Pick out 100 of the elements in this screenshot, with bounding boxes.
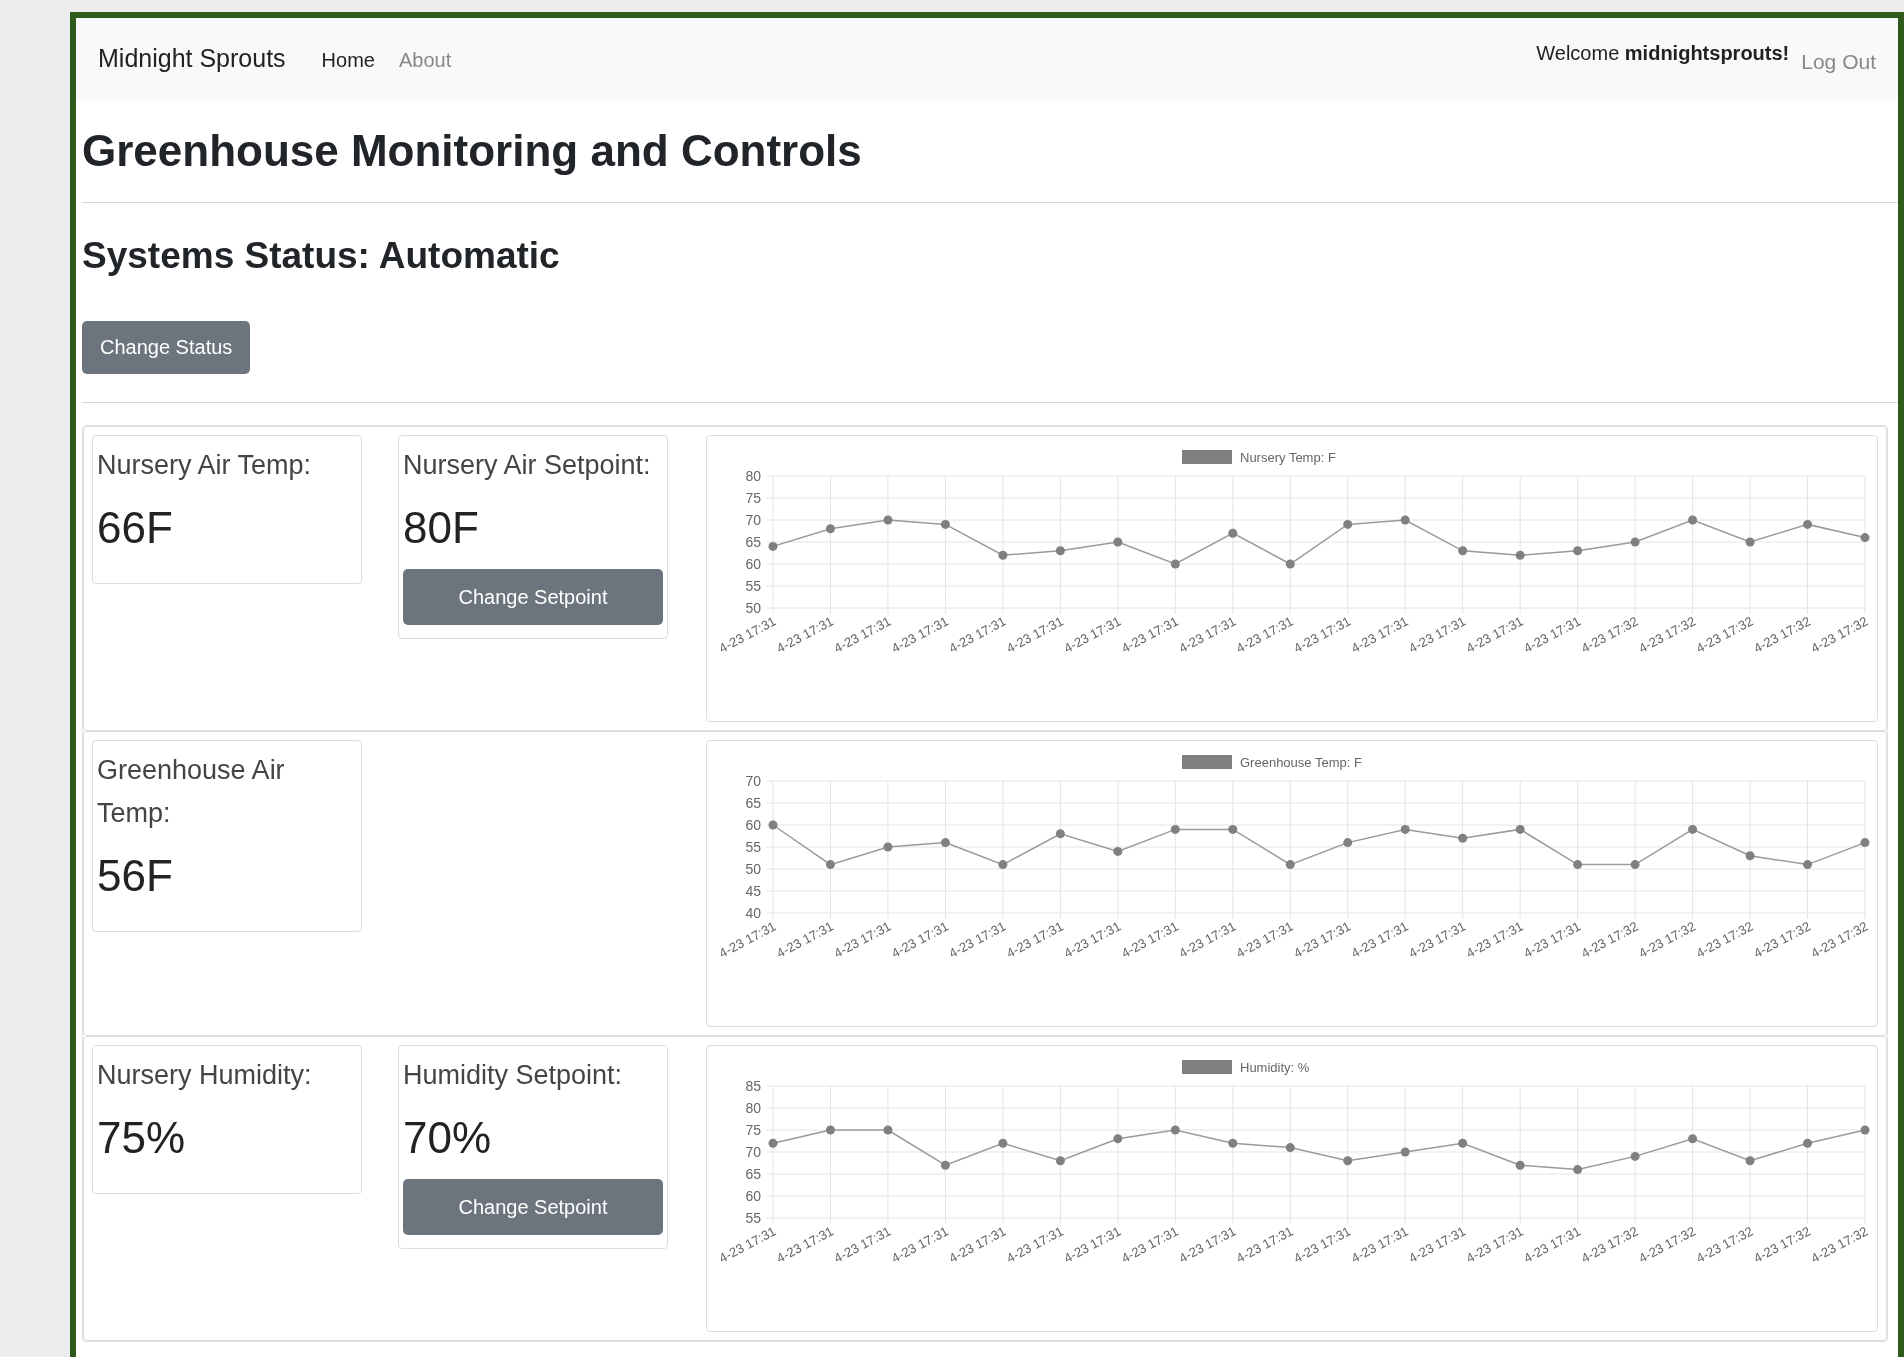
reading-label: Nursery Air Setpoint: (403, 449, 652, 482)
reading-value: 56F (97, 851, 174, 902)
data-point (1113, 537, 1123, 547)
axis-label: 45 (745, 883, 761, 899)
legend-label: Nursery Temp: F (1240, 450, 1336, 465)
axis-label: 60 (745, 1188, 761, 1204)
data-point (1860, 533, 1870, 543)
data-point (825, 524, 835, 534)
reading-value: 66F (97, 503, 174, 554)
data-point (883, 515, 893, 525)
axis-label: 75 (745, 1122, 761, 1138)
data-point (1630, 1151, 1640, 1161)
axis-label: 65 (745, 795, 761, 811)
data-point (883, 1125, 893, 1135)
data-point (940, 519, 950, 529)
axis-label: 65 (745, 1166, 761, 1182)
axis-label: 70 (745, 512, 761, 528)
data-point (1745, 1156, 1755, 1166)
data-point (1688, 515, 1698, 525)
data-point (1400, 515, 1410, 525)
data-point (1285, 559, 1295, 569)
data-point (1285, 860, 1295, 870)
data-point (1803, 1138, 1813, 1148)
data-point (1860, 1125, 1870, 1135)
data-point (1228, 1138, 1238, 1148)
axis-label: 70 (745, 1144, 761, 1160)
data-point (1515, 824, 1525, 834)
reading-label: Humidity Setpoint: (403, 1059, 624, 1092)
axis-label: 60 (745, 817, 761, 833)
reading-label: Nursery Humidity: (97, 1059, 313, 1092)
change-setpoint-button[interactable]: Change Setpoint (403, 569, 663, 626)
reading-value: 75% (97, 1113, 187, 1164)
data-point (1573, 1165, 1583, 1175)
data-point (1343, 1156, 1353, 1166)
axis-label: 80 (745, 468, 761, 484)
data-point (1170, 1125, 1180, 1135)
data-point (998, 550, 1008, 560)
axis-label: 4-23 17:31 (716, 918, 779, 961)
data-point (1515, 1160, 1525, 1170)
data-point (1228, 528, 1238, 538)
axis-label: 4-23 17:31 (716, 1223, 779, 1266)
logout-link[interactable]: Log Out (1801, 50, 1876, 74)
data-point (1343, 519, 1353, 529)
data-point (1458, 833, 1468, 843)
axis-label: 50 (745, 600, 761, 616)
data-point (1458, 546, 1468, 556)
axis-label: 75 (745, 490, 761, 506)
brand-link[interactable]: Midnight Sprouts (98, 43, 286, 73)
axis-label: 80 (745, 1100, 761, 1116)
data-point (1688, 824, 1698, 834)
nav-link[interactable]: Home (321, 48, 375, 72)
data-point (1688, 1134, 1698, 1144)
data-point (825, 860, 835, 870)
data-point (1803, 860, 1813, 870)
data-point (998, 860, 1008, 870)
data-point (1343, 838, 1353, 848)
reading-label: Nursery Air Temp: (97, 449, 313, 482)
legend-label: Greenhouse Temp: F (1240, 755, 1362, 770)
axis-label: 55 (745, 1210, 761, 1226)
legend-label: Humidity: % (1240, 1060, 1310, 1075)
reading-value: 80F (403, 503, 480, 554)
data-point (1630, 537, 1640, 547)
data-point (1285, 1143, 1295, 1153)
data-point (768, 820, 778, 830)
data-point (1170, 559, 1180, 569)
axis-label: 70 (745, 773, 761, 789)
data-point (1745, 537, 1755, 547)
axis-label: 85 (745, 1078, 761, 1094)
axis-label: 4-23 17:31 (716, 613, 779, 656)
data-point (1228, 824, 1238, 834)
reading-label: Greenhouse Air Temp: (97, 754, 286, 831)
data-point (1055, 546, 1065, 556)
axis-label: 40 (745, 905, 761, 921)
axis-label: 50 (745, 861, 761, 877)
data-point (1400, 824, 1410, 834)
reading-value: 70% (403, 1113, 493, 1164)
data-point (768, 541, 778, 551)
data-point (1458, 1138, 1468, 1148)
data-point (1400, 1147, 1410, 1157)
data-point (1630, 860, 1640, 870)
data-point (1055, 829, 1065, 839)
nav-link[interactable]: About (398, 48, 452, 72)
data-point (768, 1138, 778, 1148)
data-point (1860, 838, 1870, 848)
data-point (1573, 546, 1583, 556)
change-status-button[interactable]: Change Status (82, 321, 251, 374)
change-setpoint-button[interactable]: Change Setpoint (403, 1179, 663, 1236)
data-point (1113, 1134, 1123, 1144)
welcome-text: Welcome midnightsprouts! (1536, 42, 1790, 65)
axis-label: 55 (745, 578, 761, 594)
data-point (825, 1125, 835, 1135)
axis-label: 65 (745, 534, 761, 550)
data-point (883, 842, 893, 852)
axis-label: 60 (745, 556, 761, 572)
data-point (1573, 860, 1583, 870)
data-point (998, 1138, 1008, 1148)
data-point (1170, 824, 1180, 834)
data-point (1803, 519, 1813, 529)
data-point (940, 1160, 950, 1170)
status-heading: Systems Status: Automatic (82, 235, 561, 277)
